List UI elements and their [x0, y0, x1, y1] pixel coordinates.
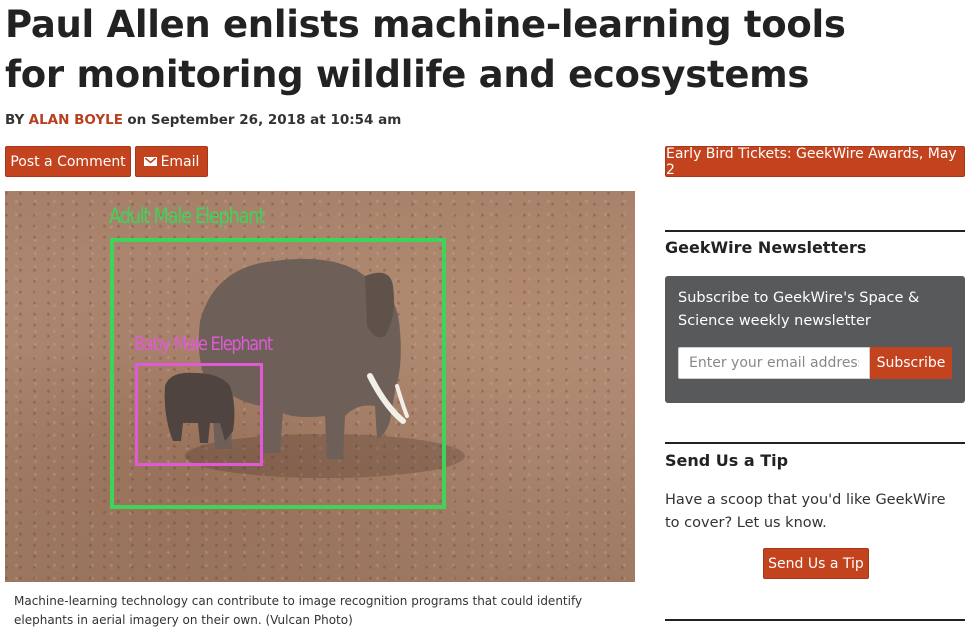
author-link[interactable]: ALAN BOYLE	[29, 112, 123, 128]
article-photo: Adult Male Elephant Baby Male Elephant	[5, 191, 635, 582]
photo-caption: Machine-learning technology can contribu…	[14, 594, 583, 627]
newsletters-heading: GeekWire Newsletters	[665, 238, 867, 257]
byline: BY ALAN BOYLE on September 26, 2018 at 1…	[5, 112, 401, 128]
sidebar-divider	[665, 619, 965, 621]
byline-prefix: BY	[5, 112, 25, 128]
publish-date: on September 26, 2018 at 10:54 am	[127, 112, 402, 128]
sidebar-divider	[665, 442, 965, 444]
subscribe-button[interactable]: Subscribe	[870, 347, 952, 379]
mail-icon	[143, 157, 157, 166]
sidebar-divider	[665, 230, 965, 232]
newsletter-email-input[interactable]	[678, 347, 870, 379]
post-comment-button[interactable]: Post a Comment	[5, 146, 131, 177]
adult-detection-label: Adult Male Elephant	[109, 204, 265, 228]
email-label: Email	[160, 153, 200, 170]
tip-heading: Send Us a Tip	[665, 451, 789, 470]
send-tip-button[interactable]: Send Us a Tip	[763, 548, 869, 579]
email-share-button[interactable]: Email	[135, 146, 208, 177]
article-title: Paul Allen enlists machine-learning tool…	[5, 3, 846, 96]
newsletter-signup: Subscribe to GeekWire's Space & Science …	[665, 276, 965, 403]
baby-detection-box	[135, 363, 263, 466]
awards-tickets-button[interactable]: Early Bird Tickets: GeekWire Awards, May…	[665, 146, 965, 178]
tip-description: Have a scoop that you'd like GeekWire to…	[665, 492, 946, 531]
newsletter-description: Subscribe to GeekWire's Space & Science …	[678, 290, 920, 329]
baby-detection-label: Baby Male Elephant	[134, 333, 273, 355]
